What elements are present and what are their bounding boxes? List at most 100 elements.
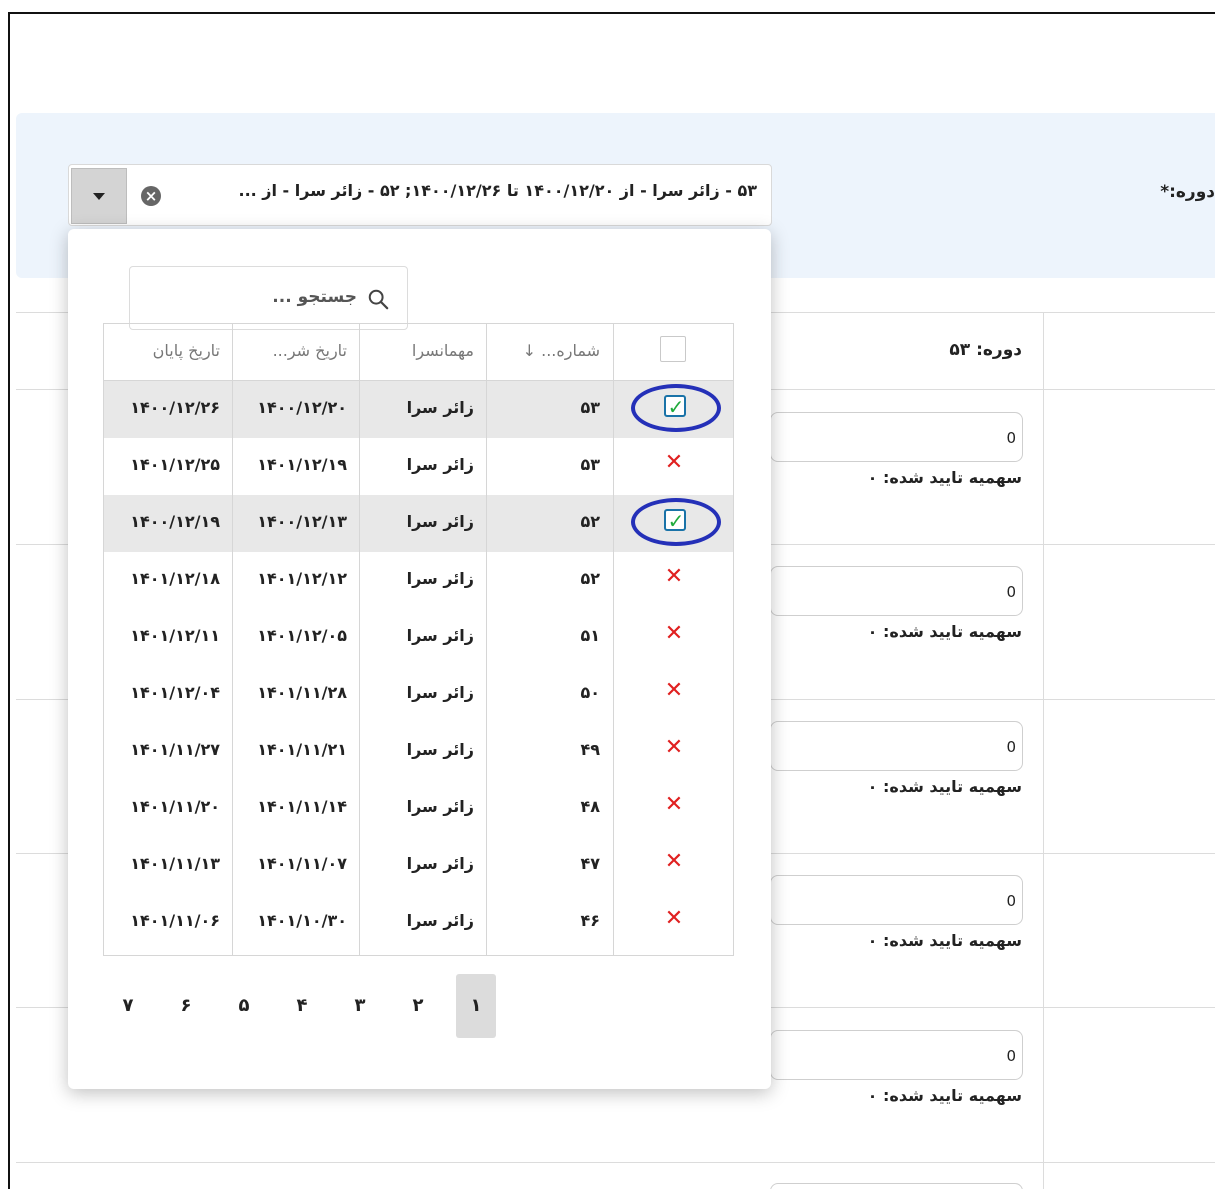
window-top-border — [8, 12, 1215, 14]
period-grid: شماره... ↓ مهمانسرا تاریخ شر... تاریخ پا… — [103, 323, 734, 956]
quota-input[interactable]: 0 — [770, 566, 1023, 616]
quota-input[interactable]: 0 — [770, 721, 1023, 771]
close-icon[interactable]: ✕ — [664, 566, 684, 588]
selected-periods-text: ۵۳ - زائر سرا - از ۱۴۰۰/۱۲/۲۰ تا ۱۴۰۰/۱۲… — [238, 181, 757, 200]
period-multiselect[interactable]: × ۵۳ - زائر سرا - از ۱۴۰۰/۱۲/۲۰ تا ۱۴۰۰/… — [68, 164, 772, 226]
search-icon — [368, 289, 389, 310]
period-column-header: دوره: ۵۳ — [949, 340, 1022, 360]
row-number: ۵۰ — [580, 683, 600, 702]
page-button[interactable]: ۱ — [456, 974, 496, 1038]
close-icon[interactable]: ✕ — [664, 794, 684, 816]
page-button[interactable]: ۴ — [282, 974, 322, 1038]
approved-quota-label: سهمیه تایید شده: ۰ — [867, 1086, 1022, 1105]
row-guesthouse: زائر سرا — [406, 854, 474, 873]
row-start-date: ۱۴۰۱/۱۲/۱۹ — [257, 455, 347, 474]
grid-row[interactable]: ✕ ۵۳ زائر سرا ۱۴۰۱/۱۲/۱۹ ۱۴۰۱/۱۲/۲۵ — [104, 438, 733, 495]
row-divider — [16, 1162, 1215, 1163]
row-guesthouse: زائر سرا — [406, 455, 474, 474]
row-end-date: ۱۴۰۱/۱۱/۲۷ — [130, 740, 220, 759]
table-column-divider — [1043, 312, 1044, 1189]
grid-row[interactable]: ✕ ۴۸ زائر سرا ۱۴۰۱/۱۱/۱۴ ۱۴۰۱/۱۱/۲۰ — [104, 780, 733, 837]
quota-input[interactable]: 0 — [770, 1030, 1023, 1080]
row-number: ۴۶ — [580, 911, 600, 930]
select-all-checkbox[interactable] — [660, 336, 686, 362]
quota-input[interactable] — [770, 1183, 1023, 1189]
page-button[interactable]: ۲ — [398, 974, 438, 1038]
grid-row[interactable]: ✕ ۵۱ زائر سرا ۱۴۰۱/۱۲/۰۵ ۱۴۰۱/۱۲/۱۱ — [104, 609, 733, 666]
approved-quota-label: سهمیه تایید شده: ۰ — [867, 468, 1022, 487]
row-guesthouse: زائر سرا — [406, 398, 474, 417]
row-start-date: ۱۴۰۱/۱۱/۱۴ — [257, 797, 347, 816]
grid-row[interactable]: ✕ ۵۰ زائر سرا ۱۴۰۱/۱۱/۲۸ ۱۴۰۱/۱۲/۰۴ — [104, 666, 733, 723]
grid-header-row: شماره... ↓ مهمانسرا تاریخ شر... تاریخ پا… — [104, 324, 733, 381]
row-number: ۵۱ — [580, 626, 600, 645]
row-end-date: ۱۴۰۱/۱۲/۱۱ — [130, 626, 220, 645]
period-field-label: دوره:* — [1160, 182, 1215, 202]
page-button[interactable]: ۵ — [224, 974, 264, 1038]
row-start-date: ۱۴۰۱/۱۰/۳۰ — [257, 911, 347, 930]
pagination: ۱۲۳۴۵۶۷ — [103, 974, 523, 1038]
row-number: ۵۲ — [580, 569, 600, 588]
close-icon[interactable]: ✕ — [664, 737, 684, 759]
row-guesthouse: زائر سرا — [406, 569, 474, 588]
dropdown-search-input[interactable]: جستجو ... — [129, 266, 408, 330]
grid-column-divider — [232, 324, 233, 955]
dropdown-toggle-button[interactable] — [71, 168, 127, 224]
row-number: ۴۹ — [580, 740, 600, 759]
row-guesthouse: زائر سرا — [406, 683, 474, 702]
page-button[interactable]: ۷ — [108, 974, 148, 1038]
close-icon[interactable]: ✕ — [664, 452, 684, 474]
column-header-end-date[interactable]: تاریخ پایان — [104, 324, 232, 381]
page-button[interactable]: ۳ — [340, 974, 380, 1038]
approved-quota-label: سهمیه تایید شده: ۰ — [867, 777, 1022, 796]
row-end-date: ۱۴۰۱/۱۲/۱۸ — [130, 569, 220, 588]
grid-row[interactable]: ✕ ۵۲ زائر سرا ۱۴۰۱/۱۲/۱۲ ۱۴۰۱/۱۲/۱۸ — [104, 552, 733, 609]
close-icon[interactable]: ✕ — [664, 908, 684, 930]
clear-selection-icon[interactable]: × — [141, 186, 161, 206]
annotation-circle — [631, 498, 721, 546]
column-header-start-date[interactable]: تاریخ شر... — [232, 324, 359, 381]
annotation-circle — [631, 384, 721, 432]
row-start-date: ۱۴۰۰/۱۲/۲۰ — [257, 398, 347, 417]
search-placeholder: جستجو ... — [272, 287, 357, 307]
approved-quota-label: سهمیه تایید شده: ۰ — [867, 931, 1022, 950]
grid-column-divider — [359, 324, 360, 955]
caret-down-icon — [93, 192, 105, 200]
row-guesthouse: زائر سرا — [406, 626, 474, 645]
quota-input[interactable]: 0 — [770, 875, 1023, 925]
grid-row[interactable]: ✕ ۴۹ زائر سرا ۱۴۰۱/۱۱/۲۱ ۱۴۰۱/۱۱/۲۷ — [104, 723, 733, 780]
approved-quota-label: سهمیه تایید شده: ۰ — [867, 622, 1022, 641]
page-button[interactable]: ۶ — [166, 974, 206, 1038]
row-start-date: ۱۴۰۱/۱۲/۰۵ — [257, 626, 347, 645]
row-guesthouse: زائر سرا — [406, 740, 474, 759]
close-icon[interactable]: ✕ — [664, 680, 684, 702]
row-start-date: ۱۴۰۱/۱۱/۲۱ — [257, 740, 347, 759]
row-number: ۴۸ — [580, 797, 600, 816]
row-end-date: ۱۴۰۱/۱۲/۰۴ — [130, 683, 220, 702]
grid-column-divider — [613, 324, 614, 955]
row-end-date: ۱۴۰۱/۱۱/۰۶ — [130, 911, 220, 930]
row-end-date: ۱۴۰۱/۱۲/۲۵ — [130, 455, 220, 474]
row-start-date: ۱۴۰۱/۱۲/۱۲ — [257, 569, 347, 588]
row-end-date: ۱۴۰۱/۱۱/۱۳ — [130, 854, 220, 873]
column-header-guesthouse[interactable]: مهمانسرا — [359, 324, 486, 381]
grid-row[interactable]: ✓ ۵۳ زائر سرا ۱۴۰۰/۱۲/۲۰ ۱۴۰۰/۱۲/۲۶ — [104, 381, 733, 438]
grid-row[interactable]: ✕ ۴۶ زائر سرا ۱۴۰۱/۱۰/۳۰ ۱۴۰۱/۱۱/۰۶ — [104, 894, 733, 951]
row-start-date: ۱۴۰۱/۱۱/۰۷ — [257, 854, 347, 873]
close-icon[interactable]: ✕ — [664, 623, 684, 645]
row-end-date: ۱۴۰۰/۱۲/۲۶ — [130, 398, 220, 417]
grid-row[interactable]: ✓ ۵۲ زائر سرا ۱۴۰۰/۱۲/۱۳ ۱۴۰۰/۱۲/۱۹ — [104, 495, 733, 552]
row-start-date: ۱۴۰۱/۱۱/۲۸ — [257, 683, 347, 702]
close-icon[interactable]: ✕ — [664, 851, 684, 873]
row-guesthouse: زائر سرا — [406, 797, 474, 816]
row-guesthouse: زائر سرا — [406, 512, 474, 531]
row-number: ۵۲ — [580, 512, 600, 531]
quota-input[interactable]: 0 — [770, 412, 1023, 462]
row-end-date: ۱۴۰۰/۱۲/۱۹ — [130, 512, 220, 531]
row-start-date: ۱۴۰۰/۱۲/۱۳ — [257, 512, 347, 531]
period-dropdown-popup: جستجو ... شماره... ↓ مهمانسرا تاریخ شر..… — [68, 229, 771, 1089]
grid-row[interactable]: ✕ ۴۷ زائر سرا ۱۴۰۱/۱۱/۰۷ ۱۴۰۱/۱۱/۱۳ — [104, 837, 733, 894]
column-header-number[interactable]: شماره... ↓ — [486, 324, 612, 381]
window-left-border — [8, 12, 10, 1189]
grid-column-divider — [486, 324, 487, 955]
